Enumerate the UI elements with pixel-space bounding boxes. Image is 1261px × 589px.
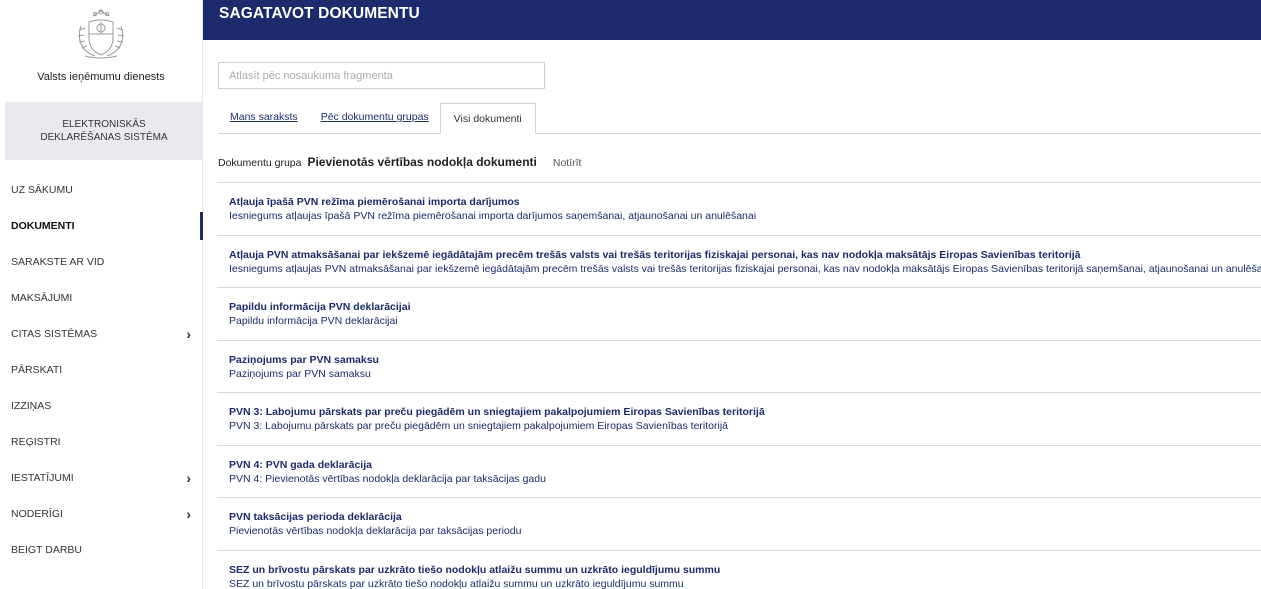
document-description: PVN 3: Labojumu pārskats par preču piegā…: [229, 420, 729, 432]
document-description: Iesniegums atļaujas PVN atmaksāšanai par…: [229, 262, 1261, 275]
document-title: SEZ un brīvostu pārskats par uzkrāto tie…: [229, 563, 721, 576]
group-filter-label: Dokumentu grupa: [218, 157, 302, 169]
document-title: Atļauja īpašā PVN režīma piemērošanai im…: [229, 196, 520, 208]
document-title: Papildu informācija PVN deklarācijai: [229, 301, 411, 313]
sidebar-item-reports[interactable]: PĀRSKATI: [0, 352, 203, 388]
chevron-right-icon: ›: [186, 506, 191, 522]
sidebar-item-label: REĢISTRI: [11, 436, 61, 448]
sidebar-item-home[interactable]: UZ SĀKUMU: [0, 172, 203, 208]
list-item[interactable]: PVN taksācijas perioda deklarācija Pievi…: [217, 497, 1261, 550]
page-title: SAGATAVOT DOKUMENTU: [219, 5, 420, 22]
sidebar-item-correspondence[interactable]: SARAKSTE AR VID: [0, 244, 203, 280]
list-item[interactable]: PVN 3: Labojumu pārskats par preču piegā…: [217, 392, 1261, 445]
sidebar-item-label: IESTATĪJUMI: [11, 472, 74, 484]
list-item[interactable]: Paziņojums par PVN samaksu Paziņojums pa…: [217, 339, 1261, 393]
document-description: Papildu informācija PVN deklarācijai: [229, 315, 398, 327]
document-list: Atļauja īpašā PVN režīma piemērošanai im…: [217, 182, 1261, 589]
sidebar-item-payments[interactable]: MAKSĀJUMI: [0, 280, 203, 316]
coat-of-arms-logo[interactable]: [73, 8, 129, 60]
sidebar-item-certificates[interactable]: IZZIŅAS: [0, 388, 203, 424]
org-name: Valsts ieņēmumu dienests: [37, 71, 165, 83]
document-description: Paziņojums par PVN samaksu: [229, 367, 371, 380]
tab-by-group[interactable]: Pēc dokumentu grupas: [309, 111, 440, 133]
document-description: SEZ un brīvostu pārskats par uzkrāto tie…: [229, 577, 684, 589]
tab-all-documents[interactable]: Visi dokumenti: [439, 103, 536, 134]
sidebar-item-label: NODERĪGI: [11, 508, 63, 520]
clear-filter-link[interactable]: Notīrīt: [553, 157, 582, 169]
sidebar-item-logout[interactable]: BEIGT DARBU: [0, 532, 203, 568]
sidebar-item-label: DOKUMENTI: [11, 220, 75, 232]
document-title: PVN 3: Labojumu pārskats par preču piegā…: [229, 406, 765, 418]
sidebar-item-documents[interactable]: DOKUMENTI: [0, 208, 203, 244]
sidebar-item-other-systems[interactable]: CITAS SISTĒMAS ›: [0, 316, 203, 352]
sidebar-item-useful[interactable]: NODERĪGI ›: [0, 496, 203, 532]
sidebar: Valsts ieņēmumu dienests ELEKTRONISKĀS D…: [0, 0, 203, 589]
logo-area: Valsts ieņēmumu dienests: [0, 0, 202, 100]
tab-my-list[interactable]: Mans saraksts: [218, 111, 309, 133]
group-filter-value: Pievienotās vērtības nodokļa dokumenti: [307, 155, 537, 169]
sidebar-item-label: IZZIŅAS: [11, 400, 52, 412]
search-input[interactable]: [218, 62, 545, 89]
system-name: ELEKTRONISKĀS DEKLARĒŠANAS SISTĒMA: [5, 102, 203, 160]
document-description: Pievienotās vērtības nodokļa deklarācija…: [229, 525, 522, 537]
group-filter: Dokumentu grupa Pievienotās vērtības nod…: [218, 155, 581, 169]
chevron-right-icon: ›: [186, 470, 191, 486]
document-description: PVN 4: Pievienotās vērtības nodokļa dekl…: [229, 472, 546, 485]
chevron-right-icon: ›: [186, 326, 191, 342]
sidebar-nav: UZ SĀKUMU DOKUMENTI SARAKSTE AR VID MAKS…: [0, 172, 203, 568]
document-title: PVN 4: PVN gada deklarācija: [229, 458, 372, 471]
document-title: Atļauja PVN atmaksāšanai par iekšzemē ie…: [229, 248, 1081, 261]
sidebar-item-label: CITAS SISTĒMAS: [11, 328, 98, 340]
sidebar-item-label: BEIGT DARBU: [11, 544, 82, 556]
list-item[interactable]: PVN 4: PVN gada deklarācija PVN 4: Pievi…: [217, 444, 1261, 498]
sidebar-item-label: SARAKSTE AR VID: [11, 256, 105, 268]
document-title: Paziņojums par PVN samaksu: [229, 353, 379, 366]
page-header: SAGATAVOT DOKUMENTU: [203, 0, 1261, 40]
document-description: Iesniegums atļaujas īpašā PVN režīma pie…: [229, 210, 757, 222]
sidebar-item-label: UZ SĀKUMU: [11, 184, 73, 196]
list-item[interactable]: Papildu informācija PVN deklarācijai Pap…: [217, 287, 1261, 340]
sidebar-item-label: MAKSĀJUMI: [11, 292, 73, 304]
sidebar-item-settings[interactable]: IESTATĪJUMI ›: [0, 460, 203, 496]
main-content: SAGATAVOT DOKUMENTU Mans saraksts Pēc do…: [203, 0, 1261, 589]
list-item[interactable]: SEZ un brīvostu pārskats par uzkrāto tie…: [217, 549, 1261, 589]
list-item[interactable]: Atļauja īpašā PVN režīma piemērošanai im…: [217, 182, 1261, 235]
document-title: PVN taksācijas perioda deklarācija: [229, 511, 402, 523]
sidebar-item-registers[interactable]: REĢISTRI: [0, 424, 203, 460]
sidebar-item-label: PĀRSKATI: [11, 364, 63, 376]
list-item[interactable]: Atļauja PVN atmaksāšanai par iekšzemē ie…: [217, 234, 1261, 288]
tab-bar: Mans saraksts Pēc dokumentu grupas Visi …: [218, 103, 1261, 134]
